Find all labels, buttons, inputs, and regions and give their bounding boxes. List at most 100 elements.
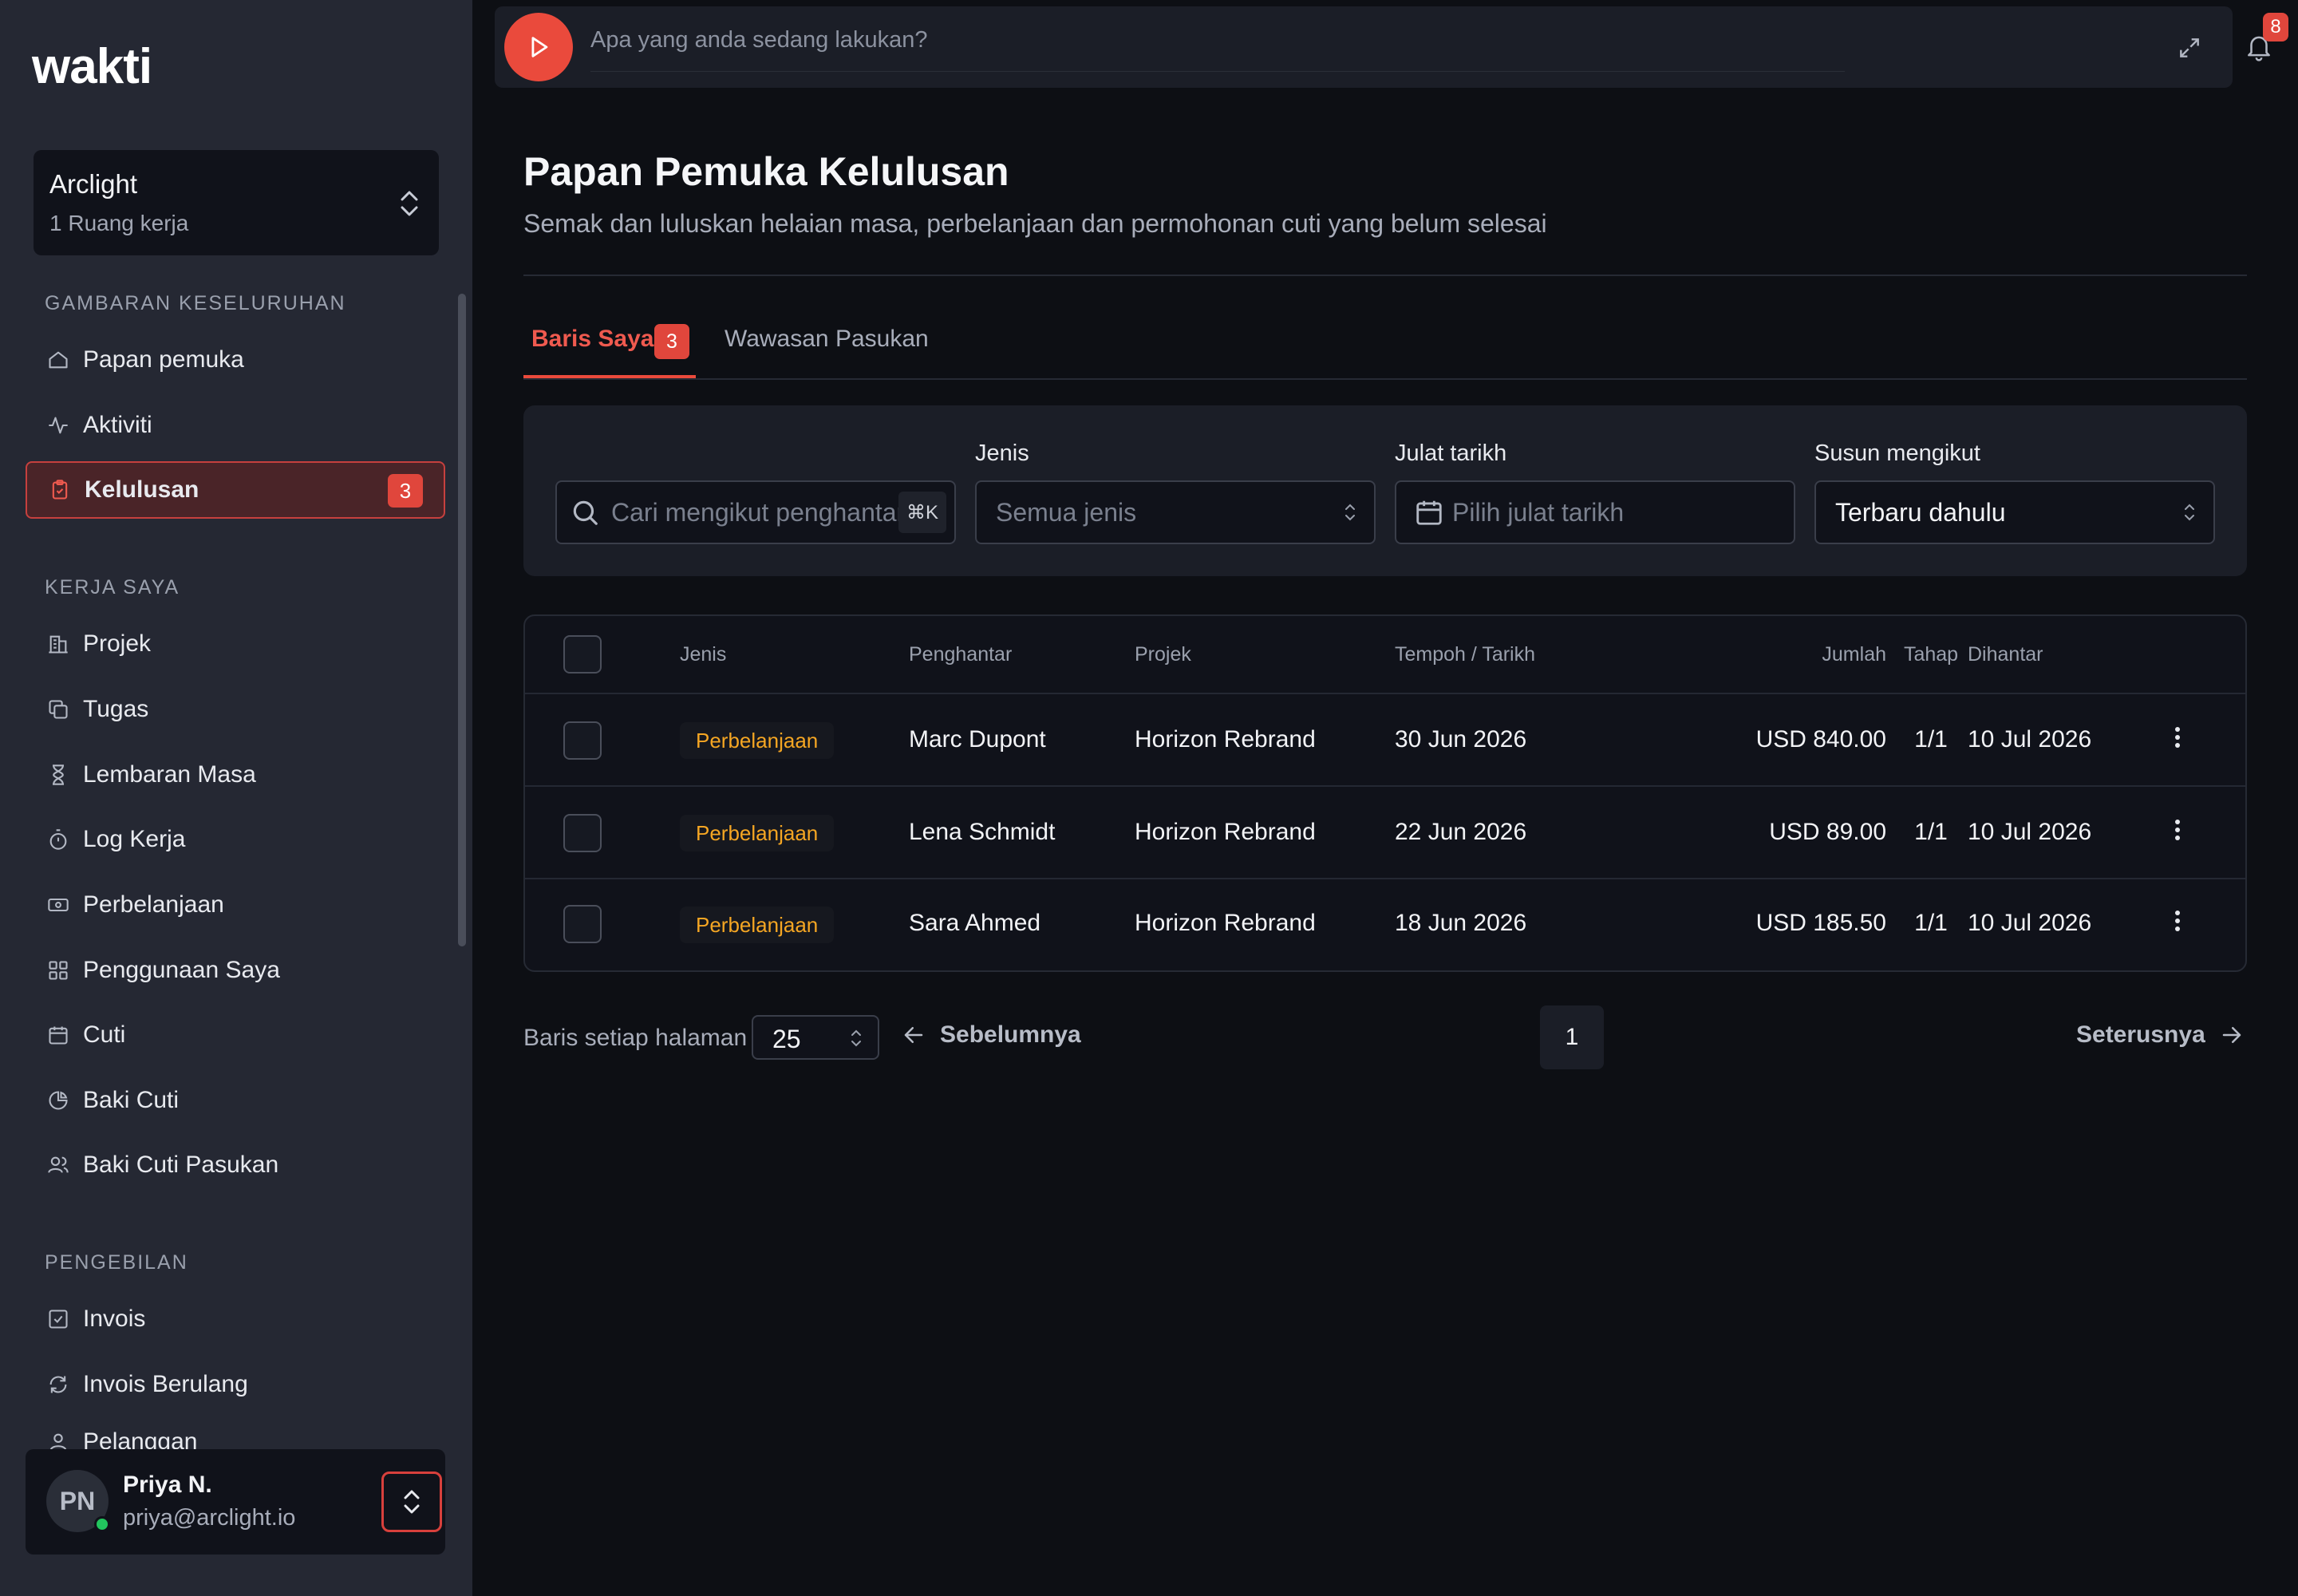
row-checkbox[interactable] [563, 905, 602, 943]
sidebar-item-leave[interactable]: Cuti [26, 1006, 445, 1064]
sidebar-item-expenses[interactable]: Perbelanjaan [26, 876, 445, 934]
activity-icon [45, 412, 72, 439]
clipboard-check-icon [46, 476, 73, 504]
sort-label: Susun mengikut [1814, 440, 1980, 466]
sidebar-item-label: Aktiviti [83, 412, 152, 438]
more-vertical-icon[interactable] [2169, 816, 2186, 847]
submitted-cell: 10 Jul 2026 [1968, 910, 2092, 936]
sidebar-item-customers[interactable]: Pelanggan [26, 1420, 445, 1449]
user-icon [45, 1428, 72, 1449]
workspace-switcher[interactable]: Arclight 1 Ruang kerja [34, 150, 439, 255]
sidebar-item-label: Pelanggan [83, 1428, 198, 1449]
hourglass-icon [45, 761, 72, 788]
period-cell: 30 Jun 2026 [1395, 726, 1527, 753]
next-page-button[interactable]: Seterusnya [2076, 1021, 2245, 1049]
sidebar-item-label: Invois Berulang [83, 1371, 248, 1397]
period-cell: 22 Jun 2026 [1395, 819, 1527, 845]
chevron-up-down-icon [851, 1029, 861, 1047]
column-header-period[interactable]: Tempoh / Tarikh [1395, 643, 1535, 666]
chevron-up-down-icon [404, 1490, 420, 1514]
more-vertical-icon[interactable] [2169, 907, 2186, 938]
app-logo[interactable]: wakti [32, 38, 152, 95]
row-divider [525, 878, 2245, 879]
select-all-checkbox[interactable] [563, 635, 602, 674]
sidebar-item-dashboard[interactable]: Papan pemuka [26, 331, 445, 389]
divider [523, 275, 2247, 276]
workspace-subtitle: 1 Ruang kerja [49, 211, 189, 235]
date-range-picker[interactable]: Pilih julat tarikh [1395, 480, 1795, 544]
section-label-my-work: KERJA SAYA [45, 576, 180, 598]
chevron-up-down-icon [2185, 504, 2194, 521]
chevron-up-down-icon [401, 191, 418, 216]
sidebar-item-label: Tugas [83, 696, 149, 722]
column-header-submitted[interactable]: Dihantar [1968, 643, 2043, 666]
sidebar-item-label: Perbelanjaan [83, 891, 224, 918]
sidebar-item-timesheets[interactable]: Lembaran Masa [26, 746, 445, 804]
start-timer-button[interactable] [504, 13, 573, 81]
page-number-button[interactable]: 1 [1540, 1005, 1604, 1069]
type-chip: Perbelanjaan [680, 815, 835, 851]
section-label-overview: GAMBARAN KESELURUHAN [45, 292, 346, 314]
sidebar-item-projects[interactable]: Projek [26, 615, 445, 673]
rows-per-page-select[interactable]: 25 [752, 1015, 879, 1060]
period-cell: 18 Jun 2026 [1395, 910, 1527, 936]
tab-my-rows[interactable]: Baris Saya [531, 326, 653, 353]
sidebar-item-label: Baki Cuti Pasukan [83, 1152, 279, 1178]
arrow-left-icon [904, 1027, 923, 1043]
workspace-name: Arclight [49, 169, 138, 199]
search-placeholder: Cari mengikut penghantar [611, 497, 898, 527]
banknote-icon [45, 891, 72, 918]
more-vertical-icon[interactable] [2169, 723, 2186, 755]
expand-icon[interactable] [2177, 35, 2202, 61]
sidebar-item-team-leave-balance[interactable]: Baki Cuti Pasukan [26, 1136, 445, 1194]
search-input[interactable]: Cari mengikut penghantar ⌘K [555, 480, 956, 544]
project-cell: Horizon Rebrand [1135, 819, 1316, 845]
sidebar-item-label: Papan pemuka [83, 346, 244, 373]
submitter-cell: Marc Dupont [909, 726, 1046, 753]
app-root: wakti Arclight 1 Ruang kerja GAMBARAN KE… [0, 0, 2298, 1596]
sidebar-item-work-log[interactable]: Log Kerja [26, 811, 445, 868]
sidebar-item-label: Penggunaan Saya [83, 957, 280, 983]
sidebar-item-my-usage[interactable]: Penggunaan Saya [26, 942, 445, 999]
notification-count-badge: 8 [2263, 13, 2288, 41]
project-cell: Horizon Rebrand [1135, 910, 1316, 936]
sidebar-item-label: Projek [83, 630, 152, 657]
approvals-table: Jenis Penghantar Projek Tempoh / Tarikh … [523, 614, 2247, 972]
type-filter-value: Semua jenis [996, 497, 1137, 527]
search-shortcut-hint: ⌘K [898, 492, 946, 533]
page-subtitle: Semak dan luluskan helaian masa, perbela… [523, 209, 1547, 238]
page-title: Papan Pemuka Kelulusan [523, 149, 1009, 194]
rows-per-page-value: 25 [772, 1025, 801, 1053]
previous-page-button[interactable]: Sebelumnya [900, 1021, 1081, 1049]
sidebar-item-invoices[interactable]: Invois [26, 1290, 445, 1348]
play-icon [531, 37, 548, 57]
sidebar-item-recurring-invoices[interactable]: Invois Berulang [26, 1356, 445, 1413]
sort-value: Terbaru dahulu [1835, 497, 2006, 527]
tab-team-insights[interactable]: Wawasan Pasukan [725, 326, 929, 353]
sidebar-item-label: Cuti [83, 1021, 126, 1048]
sidebar-item-leave-balance[interactable]: Baki Cuti [26, 1072, 445, 1129]
sidebar-item-tasks[interactable]: Tugas [26, 681, 445, 738]
user-name: Priya N. [123, 1472, 212, 1498]
activity-description-input[interactable]: Apa yang anda sedang lakukan? [590, 27, 1845, 72]
type-filter-select[interactable]: Semua jenis [975, 480, 1376, 544]
user-menu[interactable]: PN Priya N. priya@arclight.io [26, 1449, 445, 1555]
row-checkbox[interactable] [563, 721, 602, 760]
row-checkbox[interactable] [563, 814, 602, 852]
sidebar-item-activity[interactable]: Aktiviti [26, 397, 445, 454]
approvals-count-badge: 3 [388, 474, 423, 508]
sidebar-item-approvals[interactable]: Kelulusan 3 [26, 461, 445, 519]
time-tracker-bar: Apa yang anda sedang lakukan? [495, 6, 2233, 88]
home-icon [45, 346, 72, 373]
type-chip: Perbelanjaan [680, 722, 835, 759]
tab-count-badge: 3 [654, 324, 689, 359]
column-header-project[interactable]: Projek [1135, 643, 1191, 666]
grid-icon [45, 957, 72, 984]
user-menu-toggle-button[interactable] [381, 1472, 442, 1532]
column-header-submitter[interactable]: Penghantar [909, 643, 1012, 666]
column-header-type[interactable]: Jenis [680, 643, 726, 666]
row-divider [525, 785, 2245, 787]
arrow-right-icon [2222, 1027, 2241, 1043]
sort-select[interactable]: Terbaru dahulu [1814, 480, 2215, 544]
sidebar-scrollbar[interactable] [458, 294, 466, 946]
